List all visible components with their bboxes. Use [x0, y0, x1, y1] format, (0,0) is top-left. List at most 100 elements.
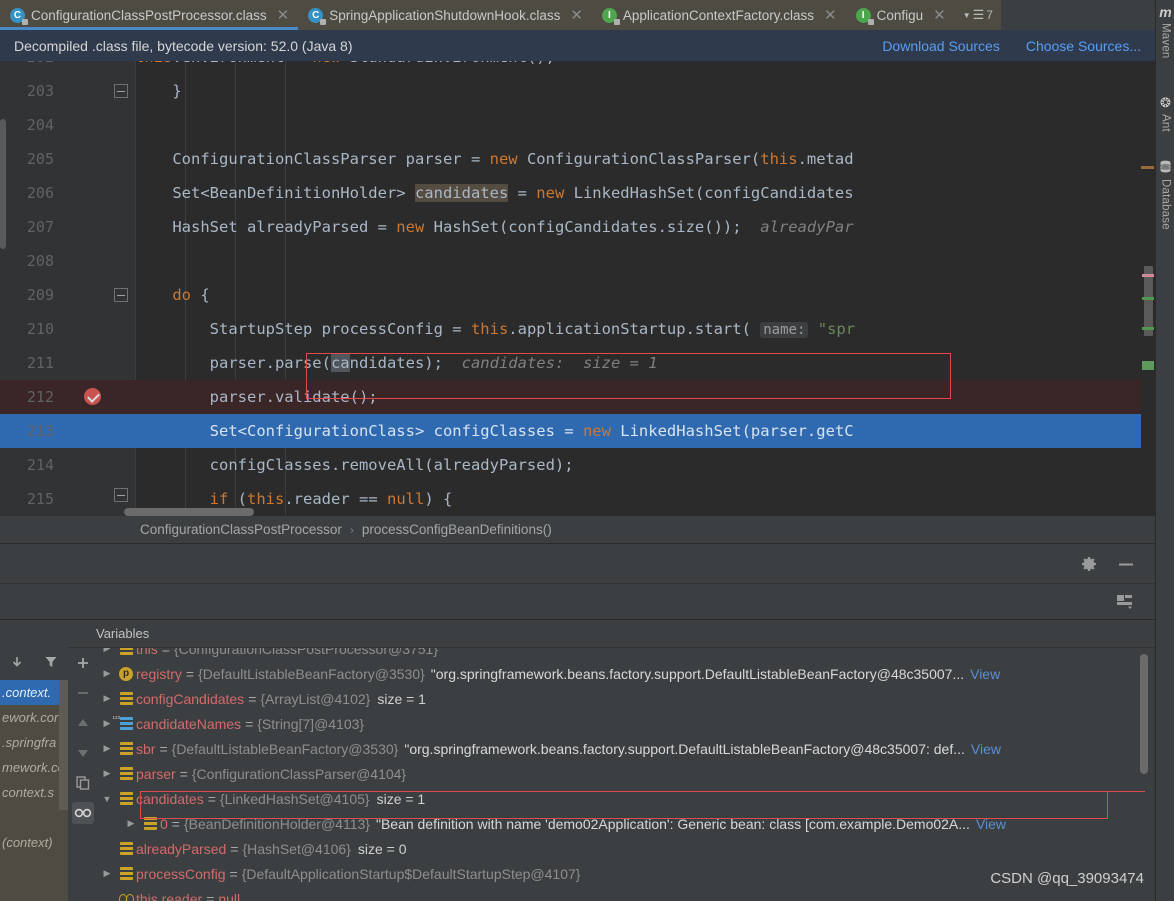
up-arrow-icon[interactable]: [72, 712, 94, 734]
line-code: }: [135, 82, 1155, 100]
minimize-icon[interactable]: [1117, 556, 1135, 572]
close-icon[interactable]: ✕: [933, 8, 946, 23]
editor-left-scrollbar[interactable]: [0, 119, 6, 249]
watches-icon[interactable]: [72, 802, 94, 824]
gutter-cell[interactable]: [62, 346, 135, 380]
expand-arrow-icon[interactable]: ▶: [98, 868, 116, 879]
frame-item[interactable]: mework.co: [0, 755, 68, 780]
view-link[interactable]: View: [970, 816, 1006, 832]
gutter-cell[interactable]: [62, 414, 135, 448]
download-sources-link[interactable]: Download Sources: [882, 38, 1000, 54]
frame-item[interactable]: [0, 805, 68, 830]
editor-tab-2[interactable]: I ApplicationContextFactory.class ✕: [592, 0, 846, 30]
editor-line-214[interactable]: 214 configClasses.removeAll(alreadyParse…: [0, 448, 1155, 482]
gutter-cell[interactable]: [62, 176, 135, 210]
variable-row[interactable]: ▶ configCandidates = {ArrayList@4102} si…: [98, 686, 1148, 711]
tool-window-ant[interactable]: ❂ Ant: [1156, 95, 1174, 132]
breadcrumb[interactable]: ConfigurationClassPostProcessor › proces…: [0, 516, 1155, 543]
editor-tab-3[interactable]: I Configu ✕: [846, 0, 955, 30]
layout-icon[interactable]: [1115, 593, 1135, 611]
view-link[interactable]: View: [964, 666, 1000, 682]
frame-item[interactable]: ework.cor: [0, 705, 68, 730]
expand-arrow-icon[interactable]: ▶: [98, 668, 116, 679]
breadcrumb-method[interactable]: processConfigBeanDefinitions(): [362, 522, 552, 537]
close-icon[interactable]: ✕: [570, 8, 583, 23]
view-link[interactable]: View: [965, 741, 1001, 757]
frame-item[interactable]: context.s: [0, 780, 68, 805]
variables-scrollbar[interactable]: [1140, 654, 1148, 774]
gutter-cell[interactable]: [62, 210, 135, 244]
variable-row[interactable]: this.reader = null: [98, 886, 1148, 901]
variable-row[interactable]: ▶ sbr = {DefaultListableBeanFactory@3530…: [98, 736, 1148, 761]
editor-line-207[interactable]: 207 HashSet alreadyParsed = new HashSet(…: [0, 210, 1155, 244]
choose-sources-link[interactable]: Choose Sources...: [1026, 38, 1141, 54]
lock-icon: [320, 19, 326, 25]
expand-arrow-icon[interactable]: ▶: [98, 693, 116, 704]
close-icon[interactable]: ✕: [277, 8, 290, 23]
plus-icon[interactable]: [72, 652, 94, 674]
close-icon[interactable]: ✕: [824, 8, 837, 23]
minus-icon[interactable]: [72, 682, 94, 704]
down-arrow-icon[interactable]: [10, 655, 24, 674]
editor-line-213[interactable]: 213 Set<ConfigurationClass> configClasse…: [0, 414, 1155, 448]
gutter-cell[interactable]: [62, 108, 135, 142]
annotation-line-candidates: [140, 791, 1145, 792]
editor-line-210[interactable]: 210 StartupStep processConfig = this.app…: [0, 312, 1155, 346]
gutter-cell[interactable]: [62, 380, 135, 414]
gutter-cell[interactable]: [62, 244, 135, 278]
frame-item[interactable]: (context): [0, 830, 68, 855]
editor-line-203[interactable]: 203 }: [0, 74, 1155, 108]
gutter-cell[interactable]: [62, 142, 135, 176]
code-editor[interactable]: 202 this.environment = new StandardEnvir…: [0, 61, 1155, 516]
variable-row[interactable]: ▶ p registry = {DefaultListableBeanFacto…: [98, 661, 1148, 686]
expand-arrow-icon[interactable]: ▶: [98, 648, 116, 654]
collapse-arrow-icon[interactable]: ▼: [98, 794, 116, 804]
variable-row[interactable]: ▼ candidates = {LinkedHashSet@4105} size…: [98, 786, 1148, 811]
gutter-cell[interactable]: [62, 448, 135, 482]
fold-marker-icon[interactable]: [114, 84, 128, 98]
variables-list[interactable]: ▶ this = {ConfigurationClassPostProcesso…: [98, 648, 1148, 901]
fold-marker-icon[interactable]: [114, 488, 128, 502]
variable-row[interactable]: ▶ candidateNames = {String[7]@4103}: [98, 711, 1148, 736]
editor-horizontal-scrollbar[interactable]: [124, 508, 254, 516]
expand-arrow-icon[interactable]: ▶: [98, 743, 116, 754]
frames-panel[interactable]: .context. ework.cor .springfra mework.co…: [0, 620, 68, 901]
editor-tab-0[interactable]: C ConfigurationClassPostProcessor.class …: [0, 0, 298, 30]
editor-line-211[interactable]: 211 parser.parse(candidates); candidates…: [0, 346, 1155, 380]
frames-list[interactable]: .context. ework.cor .springfra mework.co…: [0, 680, 68, 901]
editor-line-209[interactable]: 209 do {: [0, 278, 1155, 312]
editor-tab-1[interactable]: C SpringApplicationShutdownHook.class ✕: [298, 0, 592, 30]
editor-line-204[interactable]: 204: [0, 108, 1155, 142]
frames-scrollbar[interactable]: [59, 680, 68, 810]
gutter-cell[interactable]: [62, 61, 135, 74]
tool-window-maven[interactable]: m Maven: [1156, 4, 1174, 59]
editor-line-206[interactable]: 206 Set<BeanDefinitionHolder> candidates…: [0, 176, 1155, 210]
editor-line-208[interactable]: 208: [0, 244, 1155, 278]
down-arrow-icon[interactable]: [72, 742, 94, 764]
expand-arrow-icon[interactable]: ▶: [122, 818, 140, 829]
field-icon: [116, 692, 136, 705]
tool-window-database[interactable]: Database: [1156, 160, 1174, 230]
editor-line-212[interactable]: 212 parser.validate();: [0, 380, 1155, 414]
variable-row[interactable]: ▶ parser = {ConfigurationClassParser@410…: [98, 761, 1148, 786]
editor-line-202[interactable]: 202 this.environment = new StandardEnvir…: [0, 61, 1155, 74]
editor-marker-strip[interactable]: [1141, 61, 1155, 516]
gutter-cell[interactable]: [62, 74, 135, 108]
tabs-overflow-button[interactable]: ▼ ☰ 7: [955, 0, 1001, 30]
variable-row[interactable]: ▶ this = {ConfigurationClassPostProcesso…: [98, 648, 1148, 661]
editor-line-205[interactable]: 205 ConfigurationClassParser parser = ne…: [0, 142, 1155, 176]
breadcrumb-class[interactable]: ConfigurationClassPostProcessor: [140, 522, 342, 537]
frame-item[interactable]: .springfra: [0, 730, 68, 755]
variable-row[interactable]: alreadyParsed = {HashSet@4106} size = 0: [98, 836, 1148, 861]
expand-arrow-icon[interactable]: ▶: [98, 768, 116, 779]
breakpoint-icon[interactable]: [84, 388, 101, 405]
watches-icon: [116, 894, 136, 901]
gutter-cell[interactable]: [62, 312, 135, 346]
frame-item[interactable]: .context.: [0, 680, 68, 705]
gear-icon[interactable]: [1081, 556, 1097, 572]
variable-row[interactable]: ▶ 0 = {BeanDefinitionHolder@4113} "Bean …: [98, 811, 1148, 836]
gutter-cell[interactable]: [62, 278, 135, 312]
copy-icon[interactable]: [72, 772, 94, 794]
filter-icon[interactable]: [44, 655, 58, 674]
fold-marker-icon[interactable]: [114, 288, 128, 302]
